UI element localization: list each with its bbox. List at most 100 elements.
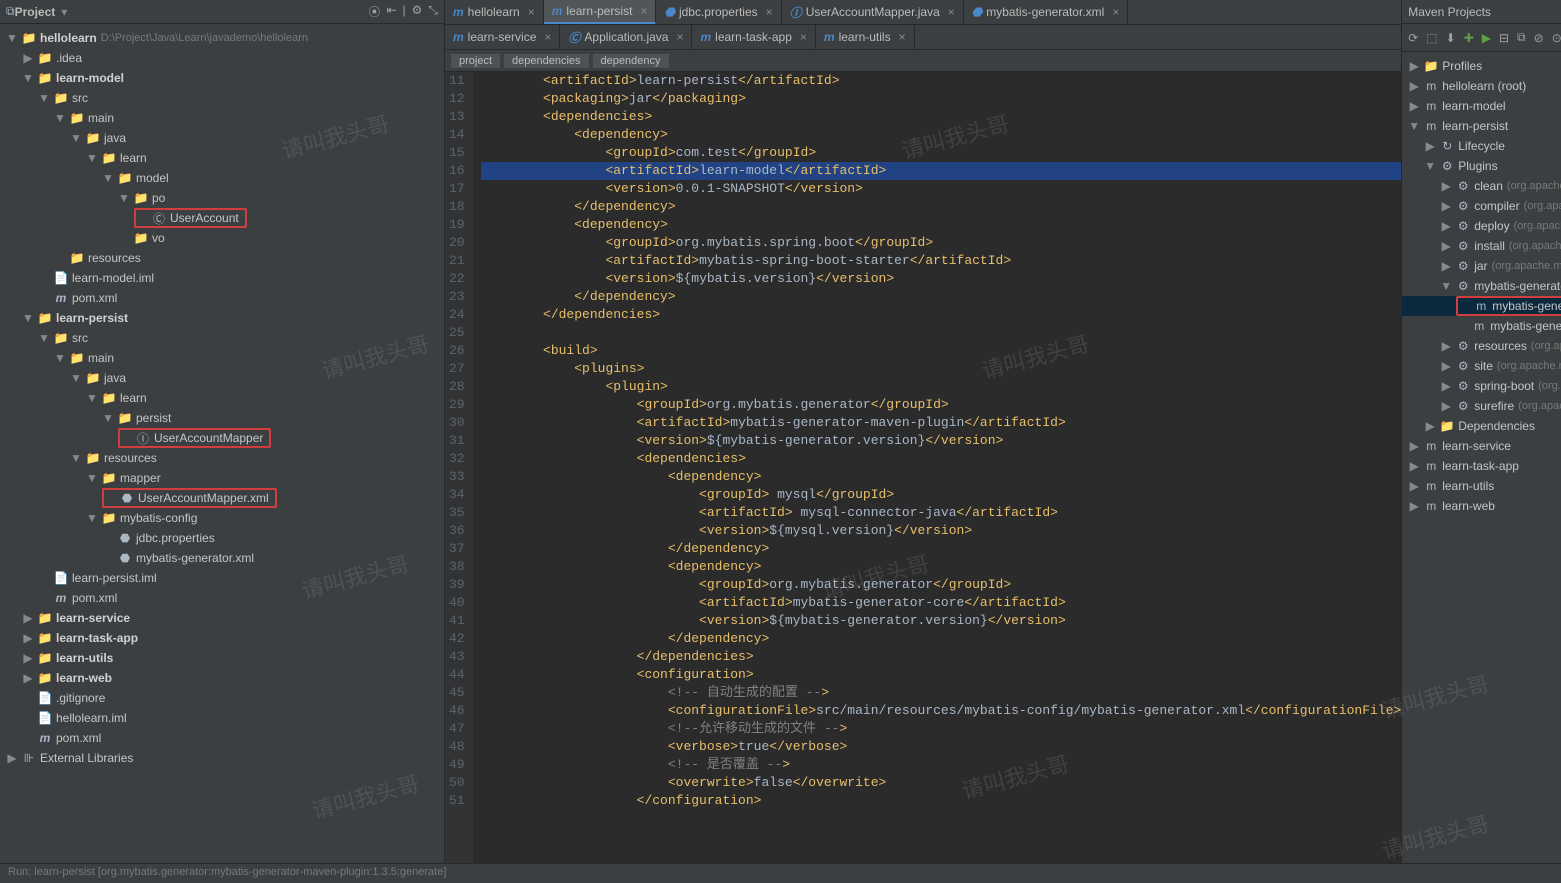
close-icon[interactable]: × <box>766 5 773 19</box>
breadcrumb[interactable]: projectdependenciesdependency <box>445 50 1401 72</box>
close-icon[interactable]: × <box>640 4 647 18</box>
offline-icon[interactable]: ⊙ <box>1552 31 1561 45</box>
file-gitignore[interactable]: 📄.gitignore <box>0 688 444 708</box>
mvn-jar[interactable]: ▶⚙jar(org.apache.maven.plugins:maven <box>1402 256 1561 276</box>
mvn-learn-persist[interactable]: ▼mlearn-persist <box>1402 116 1561 136</box>
expand-arrow-icon[interactable]: ▶ <box>22 611 34 625</box>
pkg-po[interactable]: ▼📁po <box>0 188 444 208</box>
hide-icon[interactable]: ⤡ <box>428 3 438 20</box>
expand-arrow-icon[interactable]: ▶ <box>1408 439 1420 453</box>
expand-arrow-icon[interactable]: ▼ <box>6 31 18 45</box>
expand-arrow-icon[interactable]: ▶ <box>22 671 34 685</box>
expand-arrow-icon[interactable]: ▶ <box>1440 339 1452 353</box>
mvn-gen-help[interactable]: mmybatis-generator:help <box>1402 316 1561 336</box>
tab-mybatis-gen[interactable]: ⬣mybatis-generator.xml× <box>964 0 1129 24</box>
expand-arrow-icon[interactable]: ▶ <box>6 751 18 765</box>
pkg-model[interactable]: ▼📁model <box>0 168 444 188</box>
tab-mapper-java[interactable]: ⒾUserAccountMapper.java× <box>782 0 964 24</box>
pkg-learn-persist[interactable]: ▼📁learn <box>0 388 444 408</box>
download-icon[interactable]: ⬇ <box>1446 31 1456 45</box>
class-useraccount[interactable]: ⒸUserAccount <box>0 208 444 228</box>
mvn-gen-generate[interactable]: mmybatis-generator:generate <box>1402 296 1561 316</box>
mvn-clean[interactable]: ▶⚙clean(org.apache.maven.plugins:mave <box>1402 176 1561 196</box>
module-learn-web[interactable]: ▶📁learn-web <box>0 668 444 688</box>
module-learn-task-app[interactable]: ▶📁learn-task-app <box>0 628 444 648</box>
mvn-profiles[interactable]: ▶📁Profiles <box>1402 56 1561 76</box>
expand-arrow-icon[interactable]: ▶ <box>1408 99 1420 113</box>
close-icon[interactable]: × <box>948 5 955 19</box>
tab-learn-persist[interactable]: mlearn-persist× <box>544 0 657 24</box>
mvn-install[interactable]: ▶⚙install(org.apache.maven.plugins:mav <box>1402 236 1561 256</box>
file-pom-root[interactable]: mpom.xml <box>0 728 444 748</box>
code-content[interactable]: <artifactId>learn-persist</artifactId> <… <box>473 72 1402 883</box>
expand-arrow-icon[interactable]: ▼ <box>54 351 66 365</box>
mvn-learn-model[interactable]: ▶mlearn-model <box>1402 96 1561 116</box>
close-icon[interactable]: × <box>528 5 535 19</box>
collapse-icon[interactable]: ⇤ <box>386 3 396 20</box>
close-icon[interactable]: × <box>800 30 807 44</box>
mvn-learn-service[interactable]: ▶mlearn-service <box>1402 436 1561 456</box>
expand-arrow-icon[interactable]: ▶ <box>1408 499 1420 513</box>
maven-tree[interactable]: ▶📁Profiles▶mhellolearn (root)▶mlearn-mod… <box>1402 52 1561 883</box>
expand-arrow-icon[interactable]: ▼ <box>86 511 98 525</box>
close-icon[interactable]: × <box>899 30 906 44</box>
expand-arrow-icon[interactable]: ▼ <box>22 311 34 325</box>
expand-arrow-icon[interactable]: ▶ <box>1440 239 1452 253</box>
mvn-spring-boot[interactable]: ▶⚙spring-boot(org.springframework.bo <box>1402 376 1561 396</box>
mvn-hellolearn[interactable]: ▶mhellolearn (root) <box>1402 76 1561 96</box>
file-useraccountmapper-xml[interactable]: ⬣UserAccountMapper.xml <box>0 488 444 508</box>
expand-arrow-icon[interactable]: ▼ <box>70 131 82 145</box>
expand-arrow-icon[interactable]: ▼ <box>1408 119 1420 133</box>
mvn-mybatis-generator[interactable]: ▼⚙mybatis-generator(org.mybatis.gene <box>1402 276 1561 296</box>
folder-resources-persist[interactable]: ▼📁resources <box>0 448 444 468</box>
file-hellolearn-iml[interactable]: 📄hellolearn.iml <box>0 708 444 728</box>
expand-arrow-icon[interactable]: ▶ <box>1440 179 1452 193</box>
generate-icon[interactable]: ⬚ <box>1426 31 1437 45</box>
module-learn-utils[interactable]: ▶📁learn-utils <box>0 648 444 668</box>
folder-main[interactable]: ▼📁main <box>0 108 444 128</box>
expand-arrow-icon[interactable]: ▼ <box>118 191 130 205</box>
folder-main-persist[interactable]: ▼📁main <box>0 348 444 368</box>
pkg-vo[interactable]: 📁vo <box>0 228 444 248</box>
skip-icon[interactable]: ⊘ <box>1534 31 1544 45</box>
folder-java-persist[interactable]: ▼📁java <box>0 368 444 388</box>
expand-arrow-icon[interactable]: ▼ <box>86 391 98 405</box>
expand-arrow-icon[interactable]: ▶ <box>1424 419 1436 433</box>
external-libraries[interactable]: ▶⊪External Libraries <box>0 748 444 768</box>
module-learn-model[interactable]: ▼📁learn-model <box>0 68 444 88</box>
expand-arrow-icon[interactable]: ▼ <box>1440 279 1452 293</box>
mvn-learn-task-app[interactable]: ▶mlearn-task-app <box>1402 456 1561 476</box>
expand-arrow-icon[interactable]: ▼ <box>86 471 98 485</box>
expand-arrow-icon[interactable]: ▼ <box>1424 159 1436 173</box>
mvn-learn-web[interactable]: ▶mlearn-web <box>1402 496 1561 516</box>
expand-arrow-icon[interactable]: ▶ <box>1440 259 1452 273</box>
close-icon[interactable]: × <box>676 30 683 44</box>
tab-learn-task-app[interactable]: mlearn-task-app× <box>692 25 815 49</box>
breadcrumb-item[interactable]: dependencies <box>504 54 589 68</box>
tab-jdbc[interactable]: ⬣jdbc.properties× <box>656 0 781 24</box>
module-learn-persist[interactable]: ▼📁learn-persist <box>0 308 444 328</box>
expand-arrow-icon[interactable]: ▶ <box>1424 139 1436 153</box>
dependency-icon[interactable]: ⧉ <box>1517 30 1526 45</box>
folder-mybatis-config[interactable]: ▼📁mybatis-config <box>0 508 444 528</box>
expand-arrow-icon[interactable]: ▶ <box>22 651 34 665</box>
scope-icon[interactable]: ⦿ <box>368 3 380 20</box>
mvn-deploy[interactable]: ▶⚙deploy(org.apache.maven.plugins:ma <box>1402 216 1561 236</box>
file-jdbc-properties[interactable]: ⬣jdbc.properties <box>0 528 444 548</box>
expand-arrow-icon[interactable]: ▶ <box>1440 359 1452 373</box>
file-pom-persist[interactable]: mpom.xml <box>0 588 444 608</box>
close-icon[interactable]: × <box>544 30 551 44</box>
mvn-lifecycle[interactable]: ▶↻Lifecycle <box>1402 136 1561 156</box>
file-mybatis-generator-xml[interactable]: ⬣mybatis-generator.xml <box>0 548 444 568</box>
add-icon[interactable]: ✚ <box>1464 31 1474 45</box>
project-root[interactable]: ▼📁hellolearnD:\Project\Java\Learn\javade… <box>0 28 444 48</box>
tree-icon[interactable]: ⊟ <box>1499 31 1509 45</box>
mvn-compiler[interactable]: ▶⚙compiler(org.apache.maven.plugins: <box>1402 196 1561 216</box>
expand-arrow-icon[interactable]: ▼ <box>102 411 114 425</box>
expand-arrow-icon[interactable]: ▶ <box>1440 219 1452 233</box>
gear-icon[interactable]: ⚙ <box>412 3 423 20</box>
tab-hellolearn[interactable]: mhellolearn× <box>445 0 544 24</box>
pkg-learn[interactable]: ▼📁learn <box>0 148 444 168</box>
expand-arrow-icon[interactable]: ▶ <box>1408 79 1420 93</box>
folder-resources[interactable]: 📁resources <box>0 248 444 268</box>
